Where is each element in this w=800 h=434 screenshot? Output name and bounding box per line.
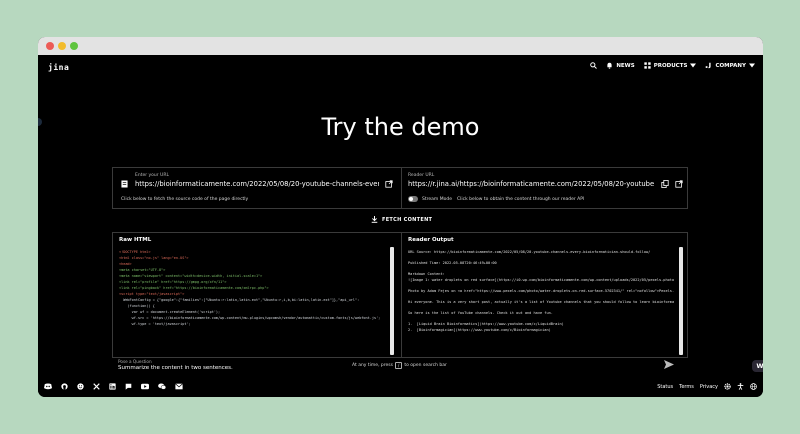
url-card: Enter your URL https://bioinformaticamen… (112, 167, 688, 209)
jina-logo[interactable]: jina (48, 63, 69, 72)
x-twitter-icon[interactable] (93, 383, 100, 390)
output-line: Photo by Adam Fejes on <a href="https://… (408, 289, 674, 293)
footer: Status Terms Privacy (38, 378, 763, 396)
page-title: Try the demo (321, 113, 480, 141)
question-input[interactable]: Summarize the content in two sentences. (118, 365, 233, 371)
fetch-content-label: FETCH CONTENT (382, 216, 433, 223)
page: jina NEWS PRODUCTS COMPANY Try the demo … (38, 55, 763, 397)
send-icon[interactable] (664, 360, 674, 369)
nav-links: NEWS PRODUCTS COMPANY (590, 62, 755, 69)
url-hint: Click below to fetch the source code of … (121, 197, 249, 202)
raw-html-scrollbar[interactable] (390, 247, 394, 355)
output-line: URL Source: https://bioinformaticamente.… (408, 250, 651, 254)
huggingface-icon[interactable] (77, 383, 84, 390)
reader-url-field[interactable]: https://r.jina.ai/https://bioinformatica… (408, 180, 654, 188)
minimize-window-button[interactable] (58, 42, 66, 50)
card-divider (401, 168, 402, 208)
card-divider (401, 233, 402, 357)
code-line: WebFontConfig = {"google":{"families":["… (119, 298, 360, 302)
accessibility-icon[interactable] (737, 383, 744, 390)
url-label: Enter your URL (135, 173, 169, 178)
reader-output-scrollbar[interactable] (679, 247, 683, 355)
discord-icon[interactable] (44, 383, 52, 390)
close-window-button[interactable] (46, 42, 54, 50)
maximize-window-button[interactable] (70, 42, 78, 50)
search-shortcut-hint: At any time, press / to open search bar (352, 362, 447, 369)
status-link[interactable]: Status (657, 384, 673, 390)
products-grid-icon (644, 62, 651, 69)
footer-links: Status Terms Privacy (657, 383, 757, 390)
mail-icon[interactable] (175, 383, 183, 390)
news-link[interactable]: NEWS (606, 62, 635, 69)
assistant-badge[interactable]: W (752, 360, 763, 372)
browser-window: jina NEWS PRODUCTS COMPANY Try the demo … (38, 37, 763, 397)
chat-icon[interactable] (125, 383, 132, 390)
products-menu[interactable]: PRODUCTS (644, 62, 697, 69)
company-logo-icon (706, 62, 712, 69)
output-card: Raw HTML <!DOCTYPE html> <html class="no-… (112, 232, 688, 358)
company-label: COMPANY (715, 62, 746, 69)
company-menu[interactable]: COMPANY (705, 62, 755, 69)
fetch-content-button[interactable]: FETCH CONTENT (371, 216, 432, 223)
globe-icon[interactable] (750, 383, 757, 390)
stream-mode-toggle[interactable] (408, 196, 418, 202)
output-line: Hi everyone. This is a very short post, … (408, 300, 674, 304)
window-titlebar (38, 37, 763, 55)
output-line: ![Image 1: water droplets on red surface… (408, 278, 674, 282)
reader-hint: Click below to obtain the content throug… (457, 197, 585, 202)
shortcut-key: / (395, 362, 403, 369)
github-icon[interactable] (61, 383, 68, 390)
products-label: PRODUCTS (653, 62, 688, 69)
search-button[interactable] (590, 62, 598, 69)
url-input[interactable]: https://bioinformaticamente.com/2022/05/… (135, 180, 379, 188)
chevron-down-icon (749, 63, 755, 68)
reader-output-title: Reader Output (408, 237, 454, 243)
reader-output-text[interactable]: URL Source: https://bioinformaticamente.… (408, 249, 674, 357)
social-links (44, 383, 183, 390)
chevron-down-icon (690, 63, 697, 68)
copy-icon[interactable] (661, 180, 669, 188)
document-icon (121, 180, 128, 188)
search-icon (590, 62, 598, 69)
terms-link[interactable]: Terms (679, 384, 694, 390)
youtube-icon[interactable] (141, 383, 149, 390)
settings-gear-icon[interactable] (724, 383, 731, 390)
open-external-icon[interactable] (385, 180, 393, 188)
open-external-icon[interactable] (675, 180, 683, 188)
reader-url-label: Reader URL (408, 173, 435, 178)
output-line: 2. [Bioinformagician](https://www.youtub… (408, 328, 551, 332)
privacy-link[interactable]: Privacy (700, 384, 718, 390)
linkedin-icon[interactable] (109, 383, 116, 390)
news-label: NEWS (616, 62, 635, 69)
stream-mode-label: Stream Mode (422, 197, 452, 202)
raw-html-code[interactable]: <!DOCTYPE html> <html class="no-js" lang=… (119, 249, 387, 357)
top-nav: jina NEWS PRODUCTS COMPANY (38, 55, 763, 81)
wechat-icon[interactable] (158, 383, 166, 390)
question-label: Pose a Question (118, 359, 152, 364)
code-line: wf.type = 'text/javascript'; (119, 322, 191, 326)
bell-icon (607, 62, 612, 69)
raw-html-title: Raw HTML (119, 237, 152, 243)
download-icon (371, 216, 378, 223)
shortcut-prefix: At any time, press (352, 363, 393, 368)
shortcut-suffix: to open search bar (404, 363, 447, 368)
